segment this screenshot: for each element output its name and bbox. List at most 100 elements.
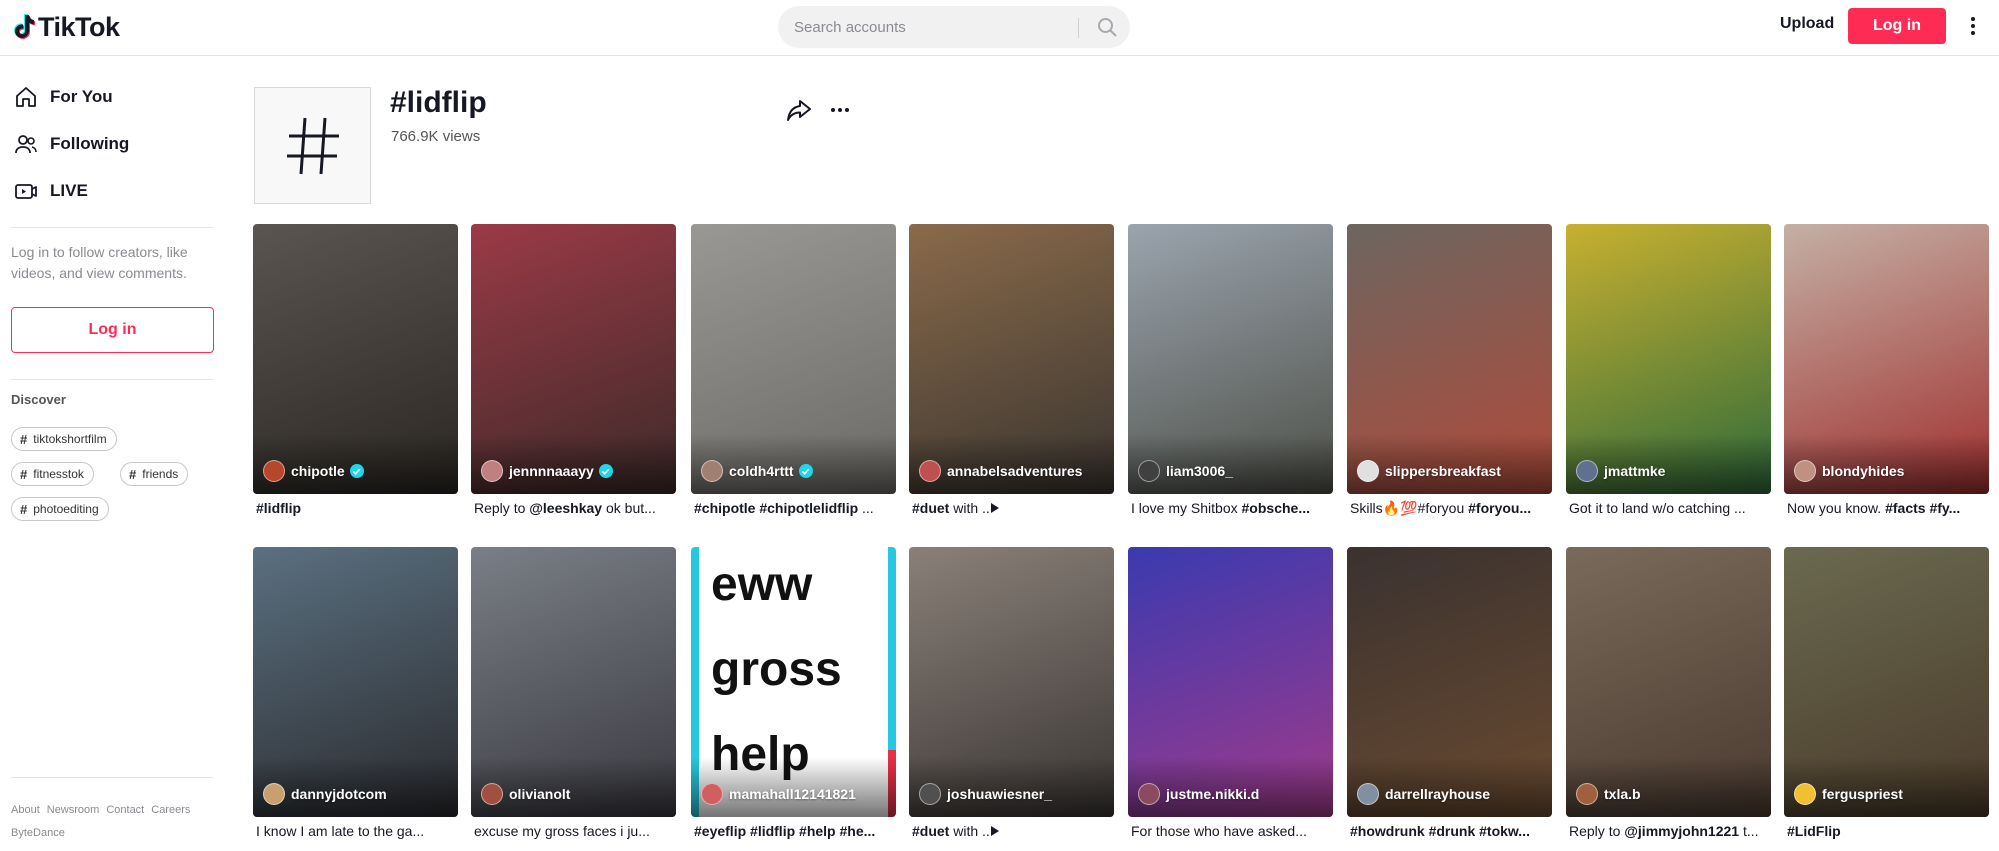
avatar (1138, 460, 1160, 482)
video-thumbnail[interactable]: darrellrayhouse (1347, 547, 1552, 817)
upload-link[interactable]: Upload (1780, 15, 1834, 33)
video-author[interactable]: justme.nikki.d (1138, 783, 1259, 805)
search-divider (1078, 18, 1079, 38)
video-author[interactable]: annabelsadventures (919, 460, 1082, 482)
video-thumbnail[interactable]: ferguspriest (1784, 547, 1989, 817)
video-caption[interactable]: I love my Shitbox #obsche... (1128, 500, 1333, 520)
avatar (919, 783, 941, 805)
video-card[interactable]: dannyjdotcom I know I am late to the ga..… (253, 547, 458, 843)
video-author[interactable]: chipotle (263, 460, 364, 482)
more-actions-button[interactable] (826, 97, 854, 123)
video-card[interactable]: txla.b Reply to @jimmyjohn1221 t... (1566, 547, 1771, 843)
footer-link-careers[interactable]: Careers (151, 804, 190, 816)
video-card[interactable]: chipotle #lidflip (253, 224, 458, 520)
video-thumbnail[interactable]: annabelsadventures (909, 224, 1114, 494)
video-thumbnail[interactable]: olivianolt (471, 547, 676, 817)
author-name: blondyhides (1822, 463, 1905, 479)
video-thumbnail[interactable]: chipotle (253, 224, 458, 494)
video-caption[interactable]: #lidflip (253, 500, 458, 520)
video-caption[interactable]: #chipotle #chipotlelidflip ... (691, 500, 896, 520)
users-icon (12, 130, 40, 158)
dot-icon (831, 108, 835, 112)
top-bar: TikTok Upload Log in (0, 0, 1999, 56)
more-options-button[interactable] (1963, 14, 1983, 38)
discover-tag[interactable]: # tiktokshortfilm (11, 427, 117, 451)
video-caption[interactable]: For those who have asked... (1128, 823, 1333, 843)
sidebar-item-live[interactable]: LIVE (12, 171, 88, 211)
share-button[interactable] (786, 97, 814, 125)
video-thumbnail[interactable]: jmattmke (1566, 224, 1771, 494)
video-thumbnail[interactable]: eww gross help mamahall12141821 (691, 547, 896, 817)
video-author[interactable]: blondyhides (1794, 460, 1904, 482)
sidebar-login-button[interactable]: Log in (11, 307, 214, 353)
footer-link-about[interactable]: About (11, 804, 40, 816)
video-author[interactable]: txla.b (1576, 783, 1641, 805)
video-thumbnail[interactable]: slippersbreakfast (1347, 224, 1552, 494)
video-author[interactable]: darrellrayhouse (1357, 783, 1490, 805)
video-author[interactable]: coldh4rttt (701, 460, 813, 482)
discover-tag[interactable]: # friends (120, 462, 189, 486)
footer-company: ByteDance (11, 827, 65, 839)
video-card[interactable]: blondyhides Now you know. #facts #fy... (1784, 224, 1989, 520)
video-author[interactable]: mamahall12141821 (701, 783, 856, 805)
video-caption[interactable]: #howdrunk #drunk #tokw... (1347, 823, 1552, 843)
live-icon (12, 177, 40, 205)
video-caption[interactable]: #LidFlip (1784, 823, 1989, 843)
discover-tag[interactable]: # fitnesstok (11, 462, 94, 486)
video-caption[interactable]: Now you know. #facts #fy... (1784, 500, 1989, 520)
tiktok-logo[interactable]: TikTok (12, 12, 120, 42)
page-title: #lidflip (390, 86, 487, 119)
video-thumbnail[interactable]: blondyhides (1784, 224, 1989, 494)
footer-link-newsroom[interactable]: Newsroom (47, 804, 100, 816)
login-button[interactable]: Log in (1848, 8, 1946, 44)
video-thumbnail[interactable]: liam3006_ (1128, 224, 1333, 494)
footer-link-contact[interactable]: Contact (106, 804, 144, 816)
author-name: slippersbreakfast (1385, 463, 1501, 479)
author-name: annabelsadventures (947, 463, 1083, 479)
video-author[interactable]: dannyjdotcom (263, 783, 387, 805)
search-button[interactable] (1084, 6, 1130, 48)
video-card[interactable]: annabelsadventures #duet with .. (909, 224, 1114, 520)
video-caption[interactable]: #eyeflip #lidflip #help #he... (691, 823, 896, 843)
video-card[interactable]: joshuawiesner_ #duet with .. (909, 547, 1114, 843)
sidebar-divider (11, 777, 213, 778)
video-thumbnail[interactable]: joshuawiesner_ (909, 547, 1114, 817)
avatar (701, 783, 723, 805)
video-caption[interactable]: #duet with .. (909, 823, 1114, 843)
video-caption[interactable]: excuse my gross faces i ju... (471, 823, 676, 843)
video-author[interactable]: olivianolt (481, 783, 570, 805)
video-author[interactable]: jennnnaaayy (481, 460, 613, 482)
video-author[interactable]: slippersbreakfast (1357, 460, 1501, 482)
video-card[interactable]: jmattmke Got it to land w/o catching ... (1566, 224, 1771, 520)
video-card[interactable]: darrellrayhouse #howdrunk #drunk #tokw... (1347, 547, 1552, 843)
video-card[interactable]: eww gross help mamahall12141821 #eyeflip #li… (691, 547, 896, 843)
video-caption[interactable]: Got it to land w/o catching ... (1566, 500, 1771, 520)
search-input[interactable] (794, 6, 1084, 48)
video-card[interactable]: jennnnaaayy Reply to @leeshkay ok but... (471, 224, 676, 520)
video-author[interactable]: liam3006_ (1138, 460, 1233, 482)
video-thumbnail[interactable]: jennnnaaayy (471, 224, 676, 494)
video-author[interactable]: joshuawiesner_ (919, 783, 1052, 805)
sidebar-item-following[interactable]: Following (12, 124, 129, 164)
video-author[interactable]: ferguspriest (1794, 783, 1903, 805)
video-thumbnail[interactable]: txla.b (1566, 547, 1771, 817)
video-author[interactable]: jmattmke (1576, 460, 1665, 482)
discover-tag[interactable]: # photoediting (11, 497, 109, 521)
video-thumbnail[interactable]: dannyjdotcom (253, 547, 458, 817)
sidebar-item-for-you[interactable]: For You (12, 77, 113, 117)
video-card[interactable]: ferguspriest #LidFlip (1784, 547, 1989, 843)
video-caption[interactable]: Skills🔥💯#foryou #foryou... (1347, 500, 1552, 520)
video-caption[interactable]: #duet with .. (909, 500, 1114, 520)
video-caption[interactable]: Reply to @jimmyjohn1221 t... (1566, 823, 1771, 843)
video-caption[interactable]: I know I am late to the ga... (253, 823, 458, 843)
video-card[interactable]: liam3006_ I love my Shitbox #obsche... (1128, 224, 1333, 520)
video-thumbnail[interactable]: coldh4rttt (691, 224, 896, 494)
video-card[interactable]: justme.nikki.d For those who have asked..… (1128, 547, 1333, 843)
video-card[interactable]: coldh4rttt #chipotle #chipotlelidflip ... (691, 224, 896, 520)
author-name: darrellrayhouse (1385, 786, 1491, 802)
video-thumbnail[interactable]: justme.nikki.d (1128, 547, 1333, 817)
author-name: txla.b (1604, 786, 1641, 802)
video-card[interactable]: slippersbreakfast Skills🔥💯#foryou #foryou… (1347, 224, 1552, 520)
video-caption[interactable]: Reply to @leeshkay ok but... (471, 500, 676, 520)
video-card[interactable]: olivianolt excuse my gross faces i ju... (471, 547, 676, 843)
